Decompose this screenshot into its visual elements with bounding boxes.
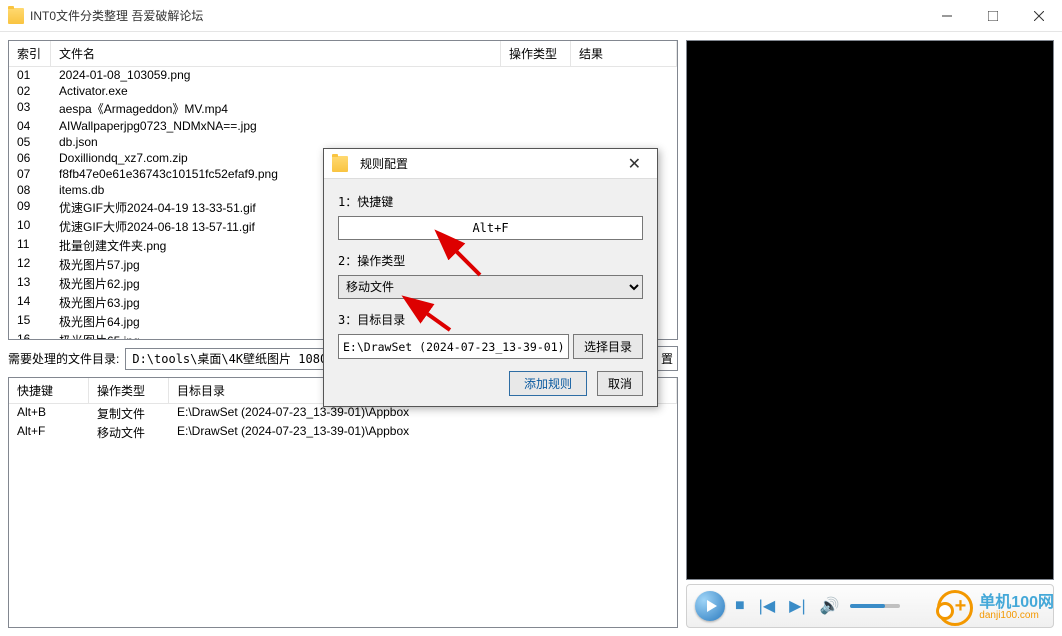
stop-button[interactable]: ■ [731,597,749,615]
dialog-icon [332,156,348,172]
prev-button[interactable]: |◀ [755,596,779,616]
col-hotkey[interactable]: 快捷键 [9,378,89,403]
label-optype: 2：操作类型 [338,252,643,269]
window-title: INT0文件分类整理 吾爱破解论坛 [30,7,203,24]
table-row[interactable]: 012024-01-08_103059.png [9,67,677,83]
window-controls [924,0,1062,32]
watermark-cn: 单机100网 [979,595,1054,611]
path-truncated-button[interactable]: 置 [656,346,678,371]
rule-row[interactable]: Alt+F移动文件E:\DrawSet (2024-07-23_13-39-01… [9,423,677,442]
preview-pane [686,40,1054,580]
col-operation[interactable]: 操作类型 [501,41,571,66]
play-button[interactable] [695,591,725,621]
hotkey-input[interactable] [338,216,643,240]
cancel-button[interactable]: 取消 [597,371,643,396]
path-label: 需要处理的文件目录: [8,350,119,367]
browse-button[interactable]: 选择目录 [573,334,643,359]
close-button[interactable] [1016,0,1062,32]
add-rule-button[interactable]: 添加规则 [509,371,587,396]
table-row[interactable]: 04AIWallpaperjpg0723_NDMxNA==.jpg [9,118,677,134]
watermark: 单机100网 danji100.com [937,590,1054,626]
next-button[interactable]: ▶| [785,596,809,616]
col-filename[interactable]: 文件名 [51,41,501,66]
targetdir-input[interactable] [338,334,569,359]
optype-select[interactable]: 移动文件 [338,275,643,299]
dialog-title: 规则配置 [360,155,408,172]
watermark-en: danji100.com [979,611,1054,621]
watermark-icon [937,590,973,626]
minimize-button[interactable] [924,0,970,32]
titlebar: INT0文件分类整理 吾爱破解论坛 [0,0,1062,32]
dialog-close-button[interactable]: ✕ [620,154,649,174]
dialog-titlebar[interactable]: 规则配置 ✕ [324,149,657,179]
rule-config-dialog: 规则配置 ✕ 1：快捷键 2：操作类型 移动文件 3：目标目录 选择目录 添加规… [323,148,658,407]
label-targetdir: 3：目标目录 [338,311,643,328]
volume-icon[interactable]: 🔊 [816,596,844,616]
file-table-header: 索引 文件名 操作类型 结果 [9,41,677,67]
table-row[interactable]: 03aespa《Armageddon》MV.mp4 [9,99,677,118]
maximize-button[interactable] [970,0,1016,32]
label-hotkey: 1：快捷键 [338,193,643,210]
volume-slider[interactable] [850,604,900,608]
col-result[interactable]: 结果 [571,41,677,66]
col-optype[interactable]: 操作类型 [89,378,169,403]
table-row[interactable]: 02Activator.exe [9,83,677,99]
app-icon [8,8,24,24]
rule-table[interactable]: 快捷键 操作类型 目标目录 Alt+B复制文件E:\DrawSet (2024-… [8,377,678,628]
col-index[interactable]: 索引 [9,41,51,66]
